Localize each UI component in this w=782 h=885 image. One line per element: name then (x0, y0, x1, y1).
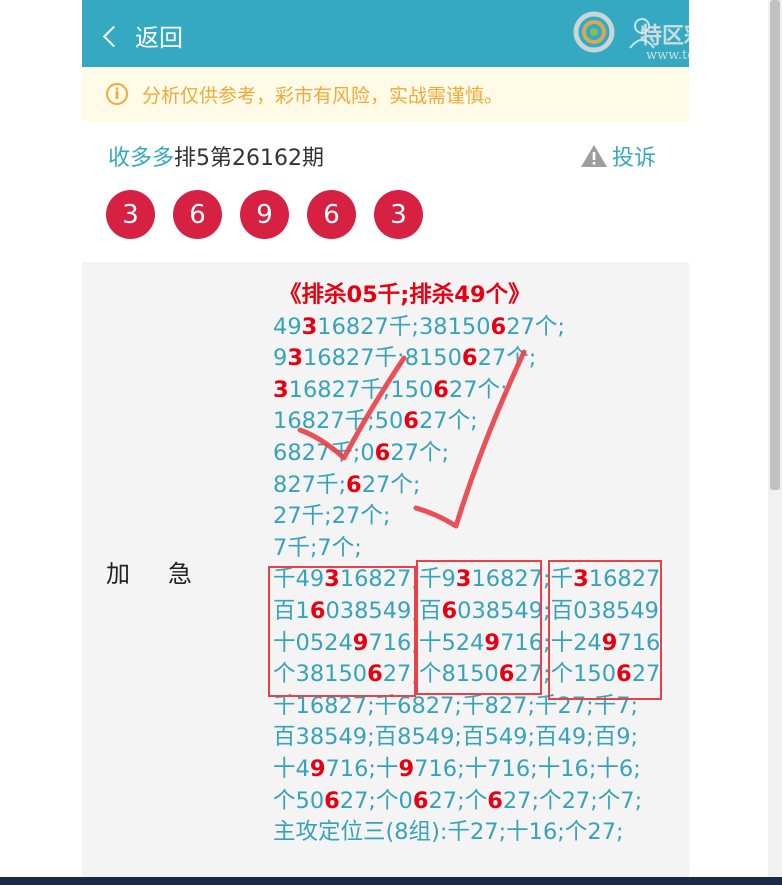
risk-notice: i 分析仅供参考，彩市有风险，实战需谨慎。 (82, 67, 689, 121)
scrollbar[interactable] (768, 0, 782, 885)
draw-ball: 6 (307, 190, 356, 239)
back-button[interactable]: 返回 (102, 18, 183, 53)
author-link[interactable]: 收多多 (108, 146, 174, 171)
report-button[interactable]: 投诉 (580, 140, 656, 172)
taskbar-edge (0, 877, 782, 885)
chevron-left-icon (102, 25, 125, 47)
warning-icon (581, 145, 607, 167)
draw-ball: 9 (240, 190, 289, 239)
mobile-page: 返回 特区彩票网 www.tqcp.net i 分析仅供参考，彩市有风险，实战需… (82, 0, 689, 877)
post-title: 收多多排5第26162期 (108, 140, 324, 172)
checkmark-2 (413, 349, 527, 529)
draw-ball: 6 (173, 190, 222, 239)
checkmark-1 (297, 355, 407, 461)
back-label: 返回 (135, 24, 183, 52)
page-margin-left (0, 0, 82, 885)
scrollbar-thumb[interactable] (770, 0, 780, 490)
draw-ball: 3 (106, 190, 155, 239)
logo-url: www.tqcp.net (646, 48, 689, 62)
notice-text: 分析仅供参考，彩市有风险，实战需谨慎。 (142, 84, 504, 107)
draw-result-balls: 36963 (106, 190, 423, 239)
info-icon: i (106, 83, 128, 105)
issue-label: 排5第26162期 (174, 146, 324, 171)
analysis-content: 加急 《排杀05千;排杀49个》 49316827千;38150627个; 931… (82, 262, 689, 877)
report-label: 投诉 (612, 146, 657, 171)
site-logo: 特区彩票网 www.tqcp.net (572, 10, 689, 63)
top-bar: 返回 特区彩票网 www.tqcp.net (82, 0, 689, 67)
draw-ball: 3 (374, 190, 423, 239)
checkmark-annotations (297, 349, 527, 529)
logo-text: 特区彩票网 (640, 23, 689, 49)
